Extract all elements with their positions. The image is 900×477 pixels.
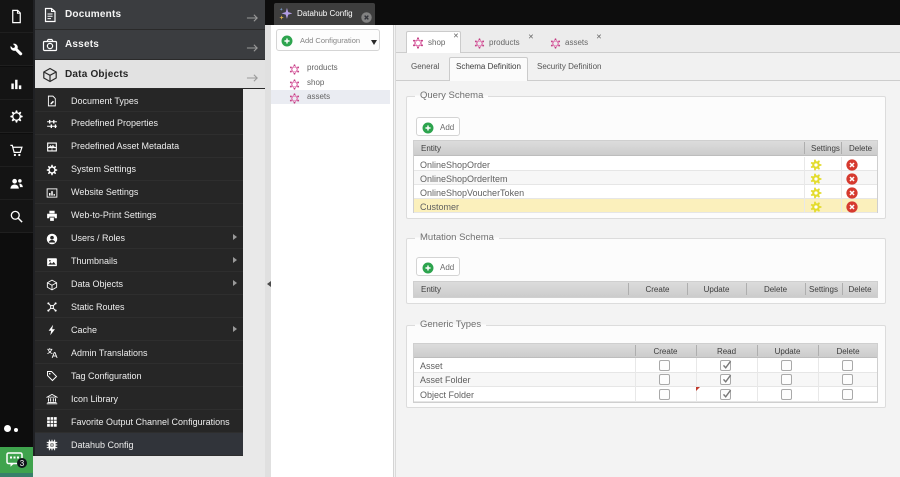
svg-text:3: 3 bbox=[20, 459, 25, 468]
